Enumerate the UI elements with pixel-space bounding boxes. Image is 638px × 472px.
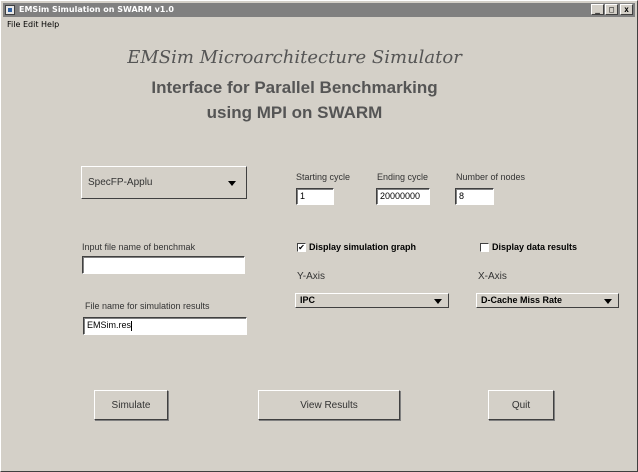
input-file-label: Input file name of benchmak [82,242,196,252]
results-file-field[interactable]: EMSim.res [83,317,247,335]
benchmark-select[interactable]: SpecFP-Applu [81,166,247,199]
chevron-down-icon [604,299,612,304]
app-subheading-line2: using MPI on SWARM [206,103,383,122]
main-panel: EMSim Microarchitecture Simulator Interf… [7,33,631,465]
ending-cycle-label: Ending cycle [377,172,429,182]
minimize-button[interactable]: _ [591,4,604,15]
title-bar[interactable]: EMSim Simulation on SWARM v1.0 _ □ x [3,3,635,17]
number-of-nodes-label: Number of nodes [456,172,526,182]
x-axis-label: X-Axis [478,271,507,282]
app-subheading-line1: Interface for Parallel Benchmarking [151,78,438,97]
display-data-checkbox[interactable] [480,243,489,252]
app-heading: EMSim Microarchitecture Simulator [127,47,462,68]
app-window: EMSim Simulation on SWARM v1.0 _ □ x Fil… [0,0,638,472]
maximize-button[interactable]: □ [605,4,618,15]
menu-file[interactable]: File [7,18,20,32]
results-file-label: File name for simulation results [85,301,210,311]
display-graph-label[interactable]: Display simulation graph [309,242,416,252]
menu-edit[interactable]: Edit [23,18,39,32]
view-results-button[interactable]: View Results [258,390,400,420]
y-axis-select-value: IPC [300,295,316,305]
ending-cycle-input[interactable]: 20000000 [376,188,430,205]
number-of-nodes-input[interactable]: 8 [455,188,494,205]
x-axis-select[interactable]: D-Cache Miss Rate [476,293,619,308]
chevron-down-icon [228,181,236,186]
benchmark-select-value: SpecFP-Applu [88,177,153,188]
y-axis-select[interactable]: IPC [295,293,449,308]
close-button[interactable]: x [620,4,633,15]
input-file-field[interactable] [82,256,245,274]
starting-cycle-input[interactable]: 1 [296,188,334,205]
menu-bar: File Edit Help [3,18,635,32]
menu-help[interactable]: Help [41,18,59,32]
app-icon [5,5,15,15]
results-file-value: EMSim.res [87,320,132,330]
window-title: EMSim Simulation on SWARM v1.0 [19,5,174,14]
text-caret [131,320,133,331]
display-data-label[interactable]: Display data results [492,242,577,252]
quit-button[interactable]: Quit [488,390,554,420]
x-axis-select-value: D-Cache Miss Rate [481,295,563,305]
y-axis-label: Y-Axis [297,271,325,282]
simulate-button[interactable]: Simulate [94,390,168,420]
chevron-down-icon [434,299,442,304]
starting-cycle-label: Starting cycle [296,172,351,182]
display-graph-checkbox[interactable]: ✔ [297,243,306,252]
